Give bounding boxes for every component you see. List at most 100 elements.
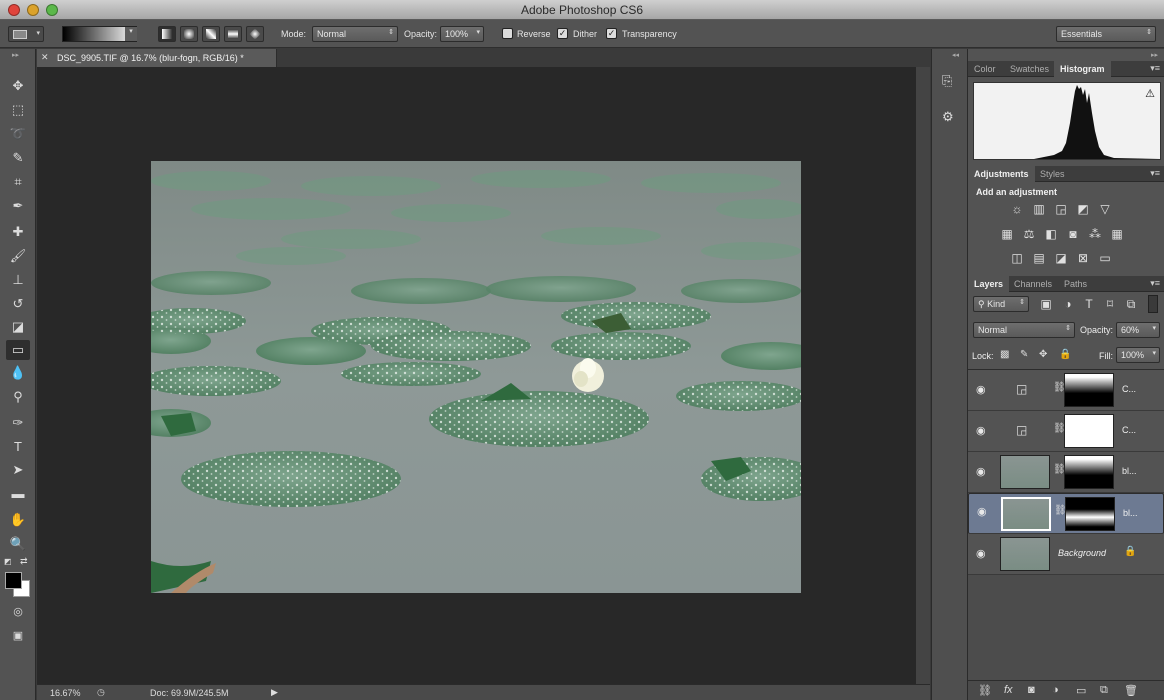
link-layers-icon[interactable]: ⛓ xyxy=(978,684,992,697)
collapse-arrows-icon[interactable]: ▸▸ xyxy=(12,51,19,59)
layer-name[interactable]: Background xyxy=(1058,548,1106,558)
healing-brush-tool-icon[interactable]: ✚ xyxy=(6,222,30,242)
gradient-tool-icon[interactable]: ▭ xyxy=(6,340,30,360)
gradient-map-icon[interactable]: ▭ xyxy=(1098,251,1112,265)
tab-channels[interactable]: Channels xyxy=(1008,276,1058,292)
layer-row[interactable]: ◉ ⛓ bl... xyxy=(968,452,1164,493)
pen-tool-icon[interactable]: ✑ xyxy=(6,413,30,433)
angle-gradient-button[interactable] xyxy=(202,26,220,42)
lock-all-icon[interactable]: 🔒 xyxy=(1059,349,1071,360)
lock-position-icon[interactable]: ✥ xyxy=(1039,349,1047,360)
mode-select[interactable]: Normal ⇕ xyxy=(312,26,398,42)
clone-stamp-tool-icon[interactable]: ⊥ xyxy=(6,270,30,290)
quick-mask-icon[interactable]: ◎ xyxy=(6,602,30,622)
vertical-scrollbar[interactable] xyxy=(916,67,930,684)
filter-toggle[interactable] xyxy=(1148,295,1158,313)
photo-filter-icon[interactable]: ◙ xyxy=(1066,227,1080,241)
blend-mode-select[interactable]: Normal ⇕ xyxy=(973,322,1075,338)
default-colors-icon[interactable]: ◩ xyxy=(4,557,12,566)
tab-color[interactable]: Color xyxy=(968,61,1002,77)
properties-panel-icon[interactable]: ⚙ xyxy=(942,109,954,125)
transparency-checkbox[interactable]: ✓ xyxy=(606,28,617,39)
history-panel-icon[interactable]: ⎘ xyxy=(942,73,952,89)
new-layer-icon[interactable]: ⧉ xyxy=(1100,684,1108,697)
lock-transparent-icon[interactable]: ▩ xyxy=(1000,349,1009,360)
quick-selection-tool-icon[interactable]: ✎ xyxy=(6,148,30,168)
layer-filter-select[interactable]: ⚲ Kind ⇕ xyxy=(973,296,1029,312)
new-group-icon[interactable]: ▭ xyxy=(1076,684,1086,697)
tab-swatches[interactable]: Swatches xyxy=(1004,61,1055,77)
fx-icon[interactable]: fx xyxy=(1004,684,1013,696)
close-icon[interactable]: ✕ xyxy=(41,52,49,63)
brush-tool-icon[interactable]: 🖌 xyxy=(6,246,30,266)
layer-row[interactable]: ◉ ◲ ⛓ C... xyxy=(968,411,1164,452)
layer-row[interactable]: ◉ Background 🔒 xyxy=(968,534,1164,575)
eyedropper-tool-icon[interactable]: ✒ xyxy=(6,196,30,216)
panel-menu-icon[interactable]: ▾≡ xyxy=(1150,63,1160,74)
lock-image-icon[interactable]: ✎ xyxy=(1020,349,1028,360)
dither-checkbox[interactable]: ✓ xyxy=(557,28,568,39)
color-lookup-icon[interactable]: ▦ xyxy=(1110,227,1124,241)
layer-thumbnail[interactable] xyxy=(1001,497,1051,531)
layer-mask-thumbnail[interactable] xyxy=(1065,497,1115,531)
eraser-tool-icon[interactable]: ◪ xyxy=(6,317,30,337)
proof-icon[interactable]: ◷ xyxy=(97,687,105,698)
visibility-eye-icon[interactable]: ◉ xyxy=(976,547,986,560)
radial-gradient-button[interactable] xyxy=(180,26,198,42)
marquee-tool-icon[interactable]: ⬚ xyxy=(6,100,30,120)
rectangle-tool-icon[interactable]: ▬ xyxy=(6,484,30,504)
color-balance-icon[interactable]: ⚖ xyxy=(1022,227,1036,241)
diamond-gradient-button[interactable] xyxy=(246,26,264,42)
curves-icon[interactable]: ◲ xyxy=(1054,202,1068,216)
layer-thumbnail[interactable] xyxy=(1000,455,1050,489)
reflected-gradient-button[interactable] xyxy=(224,26,242,42)
exposure-icon[interactable]: ◩ xyxy=(1076,202,1090,216)
layer-row[interactable]: ◉ ◲ ⛓ C... xyxy=(968,370,1164,411)
tool-preset-picker[interactable]: ▾ xyxy=(8,26,44,42)
selective-color-icon[interactable]: ⊠ xyxy=(1076,251,1090,265)
levels-icon[interactable]: ▥ xyxy=(1032,202,1046,216)
threshold-icon[interactable]: ◪ xyxy=(1054,251,1068,265)
lasso-tool-icon[interactable]: ➰ xyxy=(6,124,30,144)
zoom-tool-icon[interactable]: 🔍 xyxy=(6,534,30,554)
add-mask-icon[interactable]: ◙ xyxy=(1028,684,1035,696)
brightness-contrast-icon[interactable]: ☼ xyxy=(1010,202,1024,216)
visibility-eye-icon[interactable]: ◉ xyxy=(976,465,986,478)
visibility-eye-icon[interactable]: ◉ xyxy=(976,424,986,437)
invert-icon[interactable]: ◫ xyxy=(1010,251,1024,265)
fill-field[interactable]: 100% ▾ xyxy=(1116,347,1160,363)
document-tab[interactable]: ✕ DSC_9905.TIF @ 16.7% (blur-fogn, RGB/1… xyxy=(37,49,277,67)
filter-smart-object-icon[interactable]: ⧉ xyxy=(1124,297,1138,311)
blur-tool-icon[interactable]: 💧 xyxy=(6,363,30,383)
status-menu-arrow-icon[interactable]: ▶ xyxy=(271,687,278,698)
opacity-field[interactable]: 100% ▾ xyxy=(440,26,484,42)
layer-mask-thumbnail[interactable] xyxy=(1064,414,1114,448)
posterize-icon[interactable]: ▤ xyxy=(1032,251,1046,265)
layer-row[interactable]: ◉ ⛓ bl... xyxy=(968,493,1164,534)
new-adjustment-layer-icon[interactable]: ◑ xyxy=(1052,684,1059,696)
gradient-picker[interactable]: ▾ xyxy=(62,26,137,42)
collapse-arrows-icon[interactable]: ◂◂ xyxy=(952,51,959,59)
panel-menu-icon[interactable]: ▾≡ xyxy=(1150,168,1160,179)
dodge-tool-icon[interactable]: ⚲ xyxy=(6,387,30,407)
tab-layers[interactable]: Layers xyxy=(968,276,1010,292)
layer-thumbnail[interactable] xyxy=(1000,537,1050,571)
screen-mode-icon[interactable]: ▣ xyxy=(6,626,30,646)
layer-mask-thumbnail[interactable] xyxy=(1064,373,1114,407)
zoom-level[interactable]: 16.67% xyxy=(50,688,81,698)
delete-layer-icon[interactable]: 🗑 xyxy=(1124,684,1138,697)
layer-mask-thumbnail[interactable] xyxy=(1064,455,1114,489)
black-white-icon[interactable]: ◧ xyxy=(1044,227,1058,241)
filter-type-icon[interactable]: T xyxy=(1082,297,1096,311)
history-brush-tool-icon[interactable]: ↺ xyxy=(6,294,30,314)
warning-icon[interactable]: ⚠ xyxy=(1145,87,1155,100)
tab-paths[interactable]: Paths xyxy=(1058,276,1093,292)
linear-gradient-button[interactable] xyxy=(158,26,176,42)
tab-styles[interactable]: Styles xyxy=(1034,166,1071,182)
filter-adjustment-icon[interactable]: ◑ xyxy=(1061,297,1075,311)
crop-tool-icon[interactable]: ⌗ xyxy=(6,172,30,192)
layer-name[interactable]: C... xyxy=(1122,425,1136,435)
tab-adjustments[interactable]: Adjustments xyxy=(968,166,1035,182)
layer-name[interactable]: bl... xyxy=(1122,466,1137,476)
channel-mixer-icon[interactable]: ⁂ xyxy=(1088,227,1102,241)
